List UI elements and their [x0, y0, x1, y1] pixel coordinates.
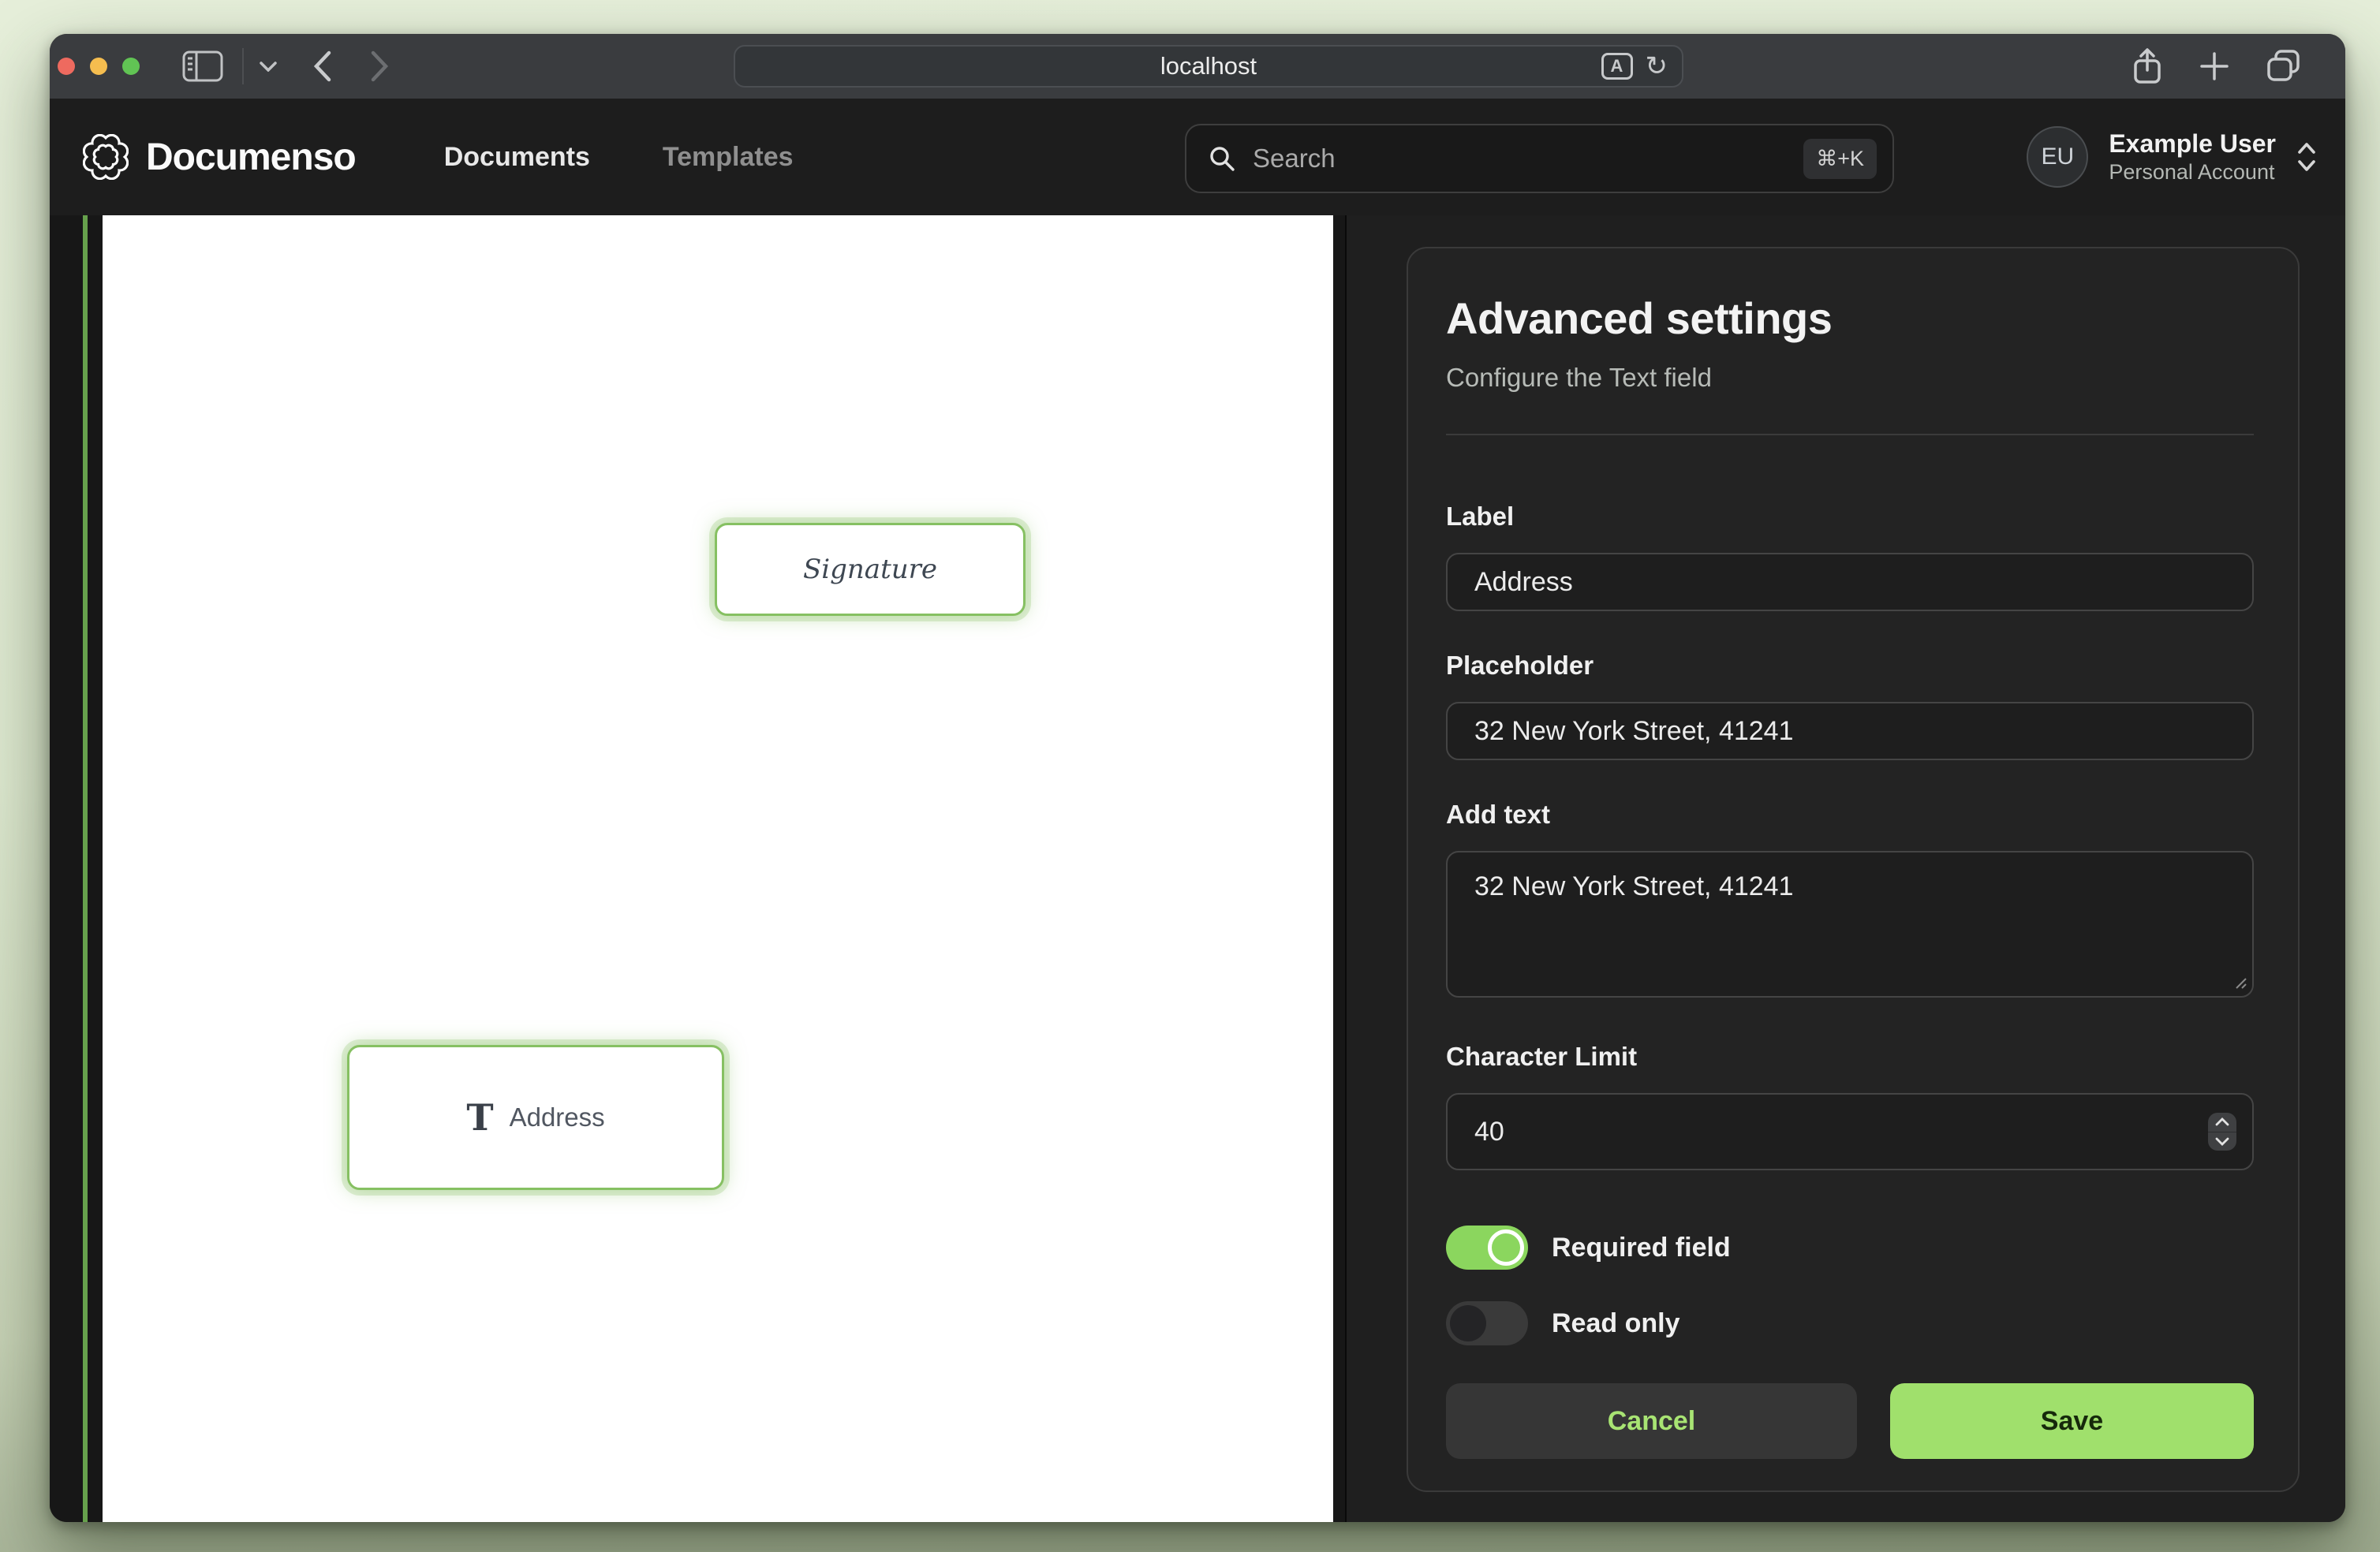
- user-account: Personal Account: [2109, 159, 2276, 186]
- search-input[interactable]: Search ⌘+K: [1185, 124, 1894, 193]
- brand[interactable]: Documenso: [83, 134, 356, 180]
- text-field-box[interactable]: T Address: [347, 1045, 724, 1190]
- number-stepper[interactable]: [2208, 1113, 2236, 1151]
- character-limit-input[interactable]: [1446, 1093, 2254, 1170]
- save-button[interactable]: Save: [1890, 1383, 2254, 1459]
- add-text-field-label: Add text: [1446, 800, 2254, 830]
- toolbar-divider: [242, 48, 244, 84]
- browser-window: localhost A ↻: [50, 34, 2345, 1522]
- text-type-icon: T: [466, 1099, 493, 1136]
- window-controls: [50, 58, 140, 75]
- address-bar[interactable]: localhost A ↻: [734, 45, 1683, 88]
- close-window-button[interactable]: [58, 58, 75, 75]
- nav-item-documents[interactable]: Documents: [444, 142, 590, 173]
- url-text: localhost: [1160, 52, 1257, 80]
- add-text-textarea[interactable]: 32 New York Street, 41241: [1446, 851, 2254, 998]
- stepper-up-icon[interactable]: [2208, 1113, 2236, 1132]
- advanced-settings-card: Advanced settings Configure the Text fie…: [1407, 247, 2300, 1492]
- chevron-down-icon[interactable]: [260, 62, 277, 72]
- toggle-thumb: [1450, 1305, 1486, 1341]
- stepper-down-icon[interactable]: [2208, 1132, 2236, 1151]
- nav-links: Documents Templates: [444, 142, 794, 173]
- label-field-label: Label: [1446, 502, 2254, 532]
- read-only-label: Read only: [1552, 1308, 1679, 1339]
- signature-field-label: Signature: [803, 554, 937, 585]
- reload-icon[interactable]: ↻: [1646, 53, 1668, 80]
- app-navbar: Documenso Documents Templates Search ⌘+K…: [50, 99, 2345, 215]
- document-page: Signature T Address: [103, 215, 1333, 1522]
- toggle-thumb: [1488, 1229, 1524, 1266]
- panel-divider: [1446, 434, 2254, 435]
- back-icon[interactable]: [313, 50, 332, 82]
- minimize-window-button[interactable]: [90, 58, 107, 75]
- required-field-toggle[interactable]: [1446, 1226, 1528, 1270]
- sidebar-toggle-icon[interactable]: [182, 50, 223, 82]
- textarea-resize-handle[interactable]: [2232, 974, 2247, 990]
- signature-field-box[interactable]: Signature: [715, 523, 1026, 616]
- panel-subtitle: Configure the Text field: [1446, 363, 2254, 393]
- label-field-input[interactable]: [1446, 553, 2254, 611]
- user-name: Example User: [2109, 128, 2276, 159]
- chevron-up-down-icon: [2296, 141, 2317, 173]
- translate-icon[interactable]: A: [1601, 53, 1633, 80]
- fullscreen-window-button[interactable]: [122, 58, 140, 75]
- search-placeholder: Search: [1253, 144, 1786, 173]
- browser-toolbar: localhost A ↻: [50, 34, 2345, 99]
- nav-item-templates[interactable]: Templates: [663, 142, 794, 173]
- share-icon[interactable]: [2132, 48, 2162, 84]
- tab-overview-icon[interactable]: [2266, 50, 2301, 83]
- panel-title: Advanced settings: [1446, 293, 2254, 344]
- settings-panel: Advanced settings Configure the Text fie…: [1345, 215, 2345, 1522]
- brand-name: Documenso: [146, 136, 356, 179]
- search-icon: [1209, 145, 1235, 172]
- new-tab-icon[interactable]: [2199, 50, 2230, 82]
- placeholder-field-input[interactable]: [1446, 702, 2254, 760]
- search-shortcut-badge: ⌘+K: [1803, 139, 1877, 179]
- read-only-toggle[interactable]: [1446, 1301, 1528, 1345]
- forward-icon[interactable]: [370, 50, 389, 82]
- avatar: EU: [2027, 126, 2088, 188]
- placeholder-field-label: Placeholder: [1446, 651, 2254, 681]
- content-area: Signature T Address Advanced settings Co…: [50, 215, 2345, 1522]
- required-field-label: Required field: [1552, 1233, 1731, 1263]
- text-field-label: Address: [510, 1102, 605, 1132]
- documenso-logo-icon: [83, 134, 129, 180]
- character-limit-label: Character Limit: [1446, 1042, 2254, 1072]
- document-left-gutter: [50, 215, 103, 1522]
- user-menu[interactable]: EU Example User Personal Account: [2027, 99, 2317, 215]
- page-edge-accent: [83, 215, 88, 1522]
- page-panel-gap: [1333, 215, 1345, 1522]
- cancel-button[interactable]: Cancel: [1446, 1383, 1857, 1459]
